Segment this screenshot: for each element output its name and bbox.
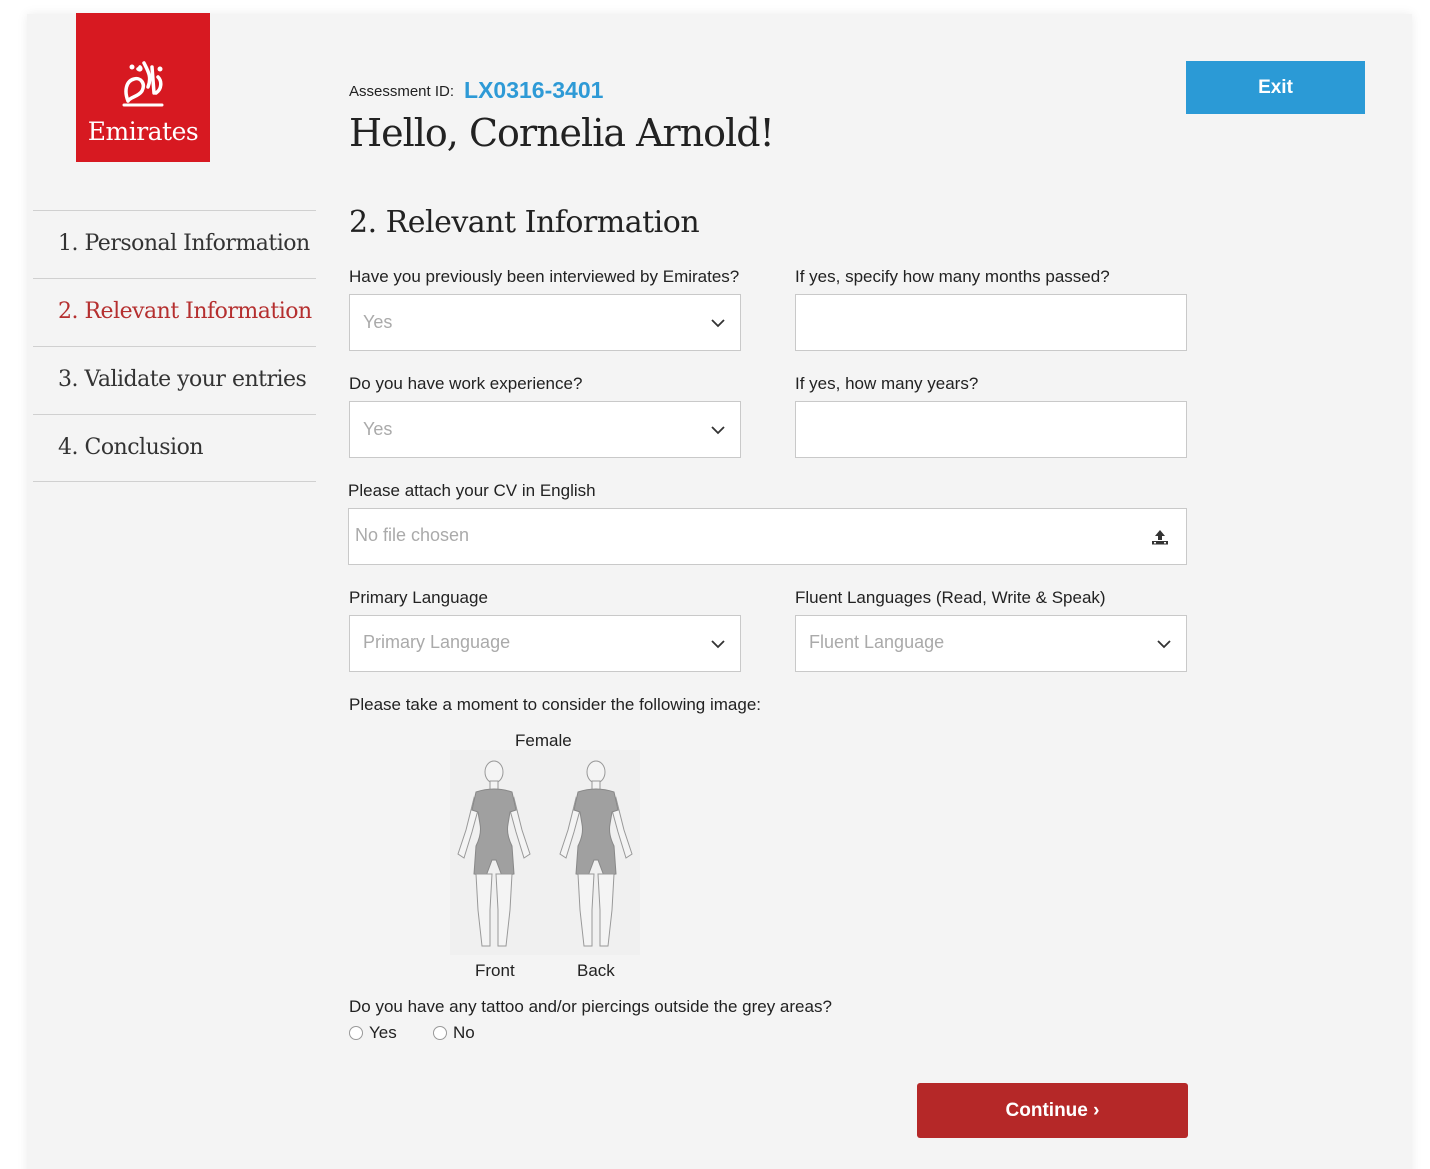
logo-wordmark: Emirates <box>87 117 199 146</box>
figure-title: Female <box>515 731 572 750</box>
step-personal-information[interactable]: 1. Personal Information <box>33 210 316 278</box>
step-conclusion[interactable]: 4. Conclusion <box>33 414 316 482</box>
primary-language-label: Primary Language <box>349 588 488 607</box>
emirates-logo: Emirates <box>76 13 210 162</box>
work-experience-label: Do you have work experience? <box>349 374 583 393</box>
upload-icon[interactable] <box>1151 528 1169 546</box>
body-diagram <box>450 750 640 955</box>
exit-button[interactable]: Exit <box>1186 61 1365 114</box>
interviewed-label: Have you previously been interviewed by … <box>349 267 740 286</box>
work-experience-select[interactable]: Yes <box>349 401 741 458</box>
tattoo-no-radio[interactable] <box>433 1026 447 1040</box>
image-prompt: Please take a moment to consider the fol… <box>349 695 762 714</box>
fluent-languages-label: Fluent Languages (Read, Write & Speak) <box>795 588 1106 607</box>
work-experience-value: Yes <box>363 419 393 439</box>
chevron-down-icon <box>1157 640 1171 649</box>
fluent-languages-select[interactable]: Fluent Language <box>795 615 1187 672</box>
months-passed-label: If yes, specify how many months passed? <box>795 267 1110 286</box>
interviewed-value: Yes <box>363 312 393 332</box>
cv-file-status: No file chosen <box>355 525 470 545</box>
assessment-label: Assessment ID: <box>349 83 455 100</box>
step-navigation: 1. Personal Information 2. Relevant Info… <box>33 210 316 482</box>
assessment-id: LX0316-3401 <box>464 77 604 103</box>
tattoo-question: Do you have any tattoo and/or piercings … <box>349 997 832 1016</box>
months-passed-input[interactable] <box>795 294 1187 351</box>
step-validate-entries[interactable]: 3. Validate your entries <box>33 346 316 414</box>
cv-label: Please attach your CV in English <box>348 481 596 500</box>
continue-button[interactable]: Continue › <box>917 1083 1188 1138</box>
back-label: Back <box>577 961 615 980</box>
section-title: 2. Relevant Information <box>349 205 700 240</box>
chevron-down-icon <box>711 426 725 435</box>
chevron-down-icon <box>711 640 725 649</box>
years-input[interactable] <box>795 401 1187 458</box>
tattoo-no-label[interactable]: No <box>453 1023 475 1043</box>
interviewed-select[interactable]: Yes <box>349 294 741 351</box>
primary-language-placeholder: Primary Language <box>363 632 511 652</box>
page-card <box>27 14 1412 1169</box>
tattoo-yes-label[interactable]: Yes <box>369 1023 397 1043</box>
assessment-id-row: Assessment ID: LX0316-3401 <box>349 77 603 104</box>
front-label: Front <box>475 961 515 980</box>
fluent-languages-placeholder: Fluent Language <box>809 632 945 652</box>
step-relevant-information[interactable]: 2. Relevant Information <box>33 278 316 346</box>
emirates-calligraphy-icon <box>122 61 164 107</box>
primary-language-select[interactable]: Primary Language <box>349 615 741 672</box>
chevron-down-icon <box>711 319 725 328</box>
greeting-heading: Hello, Cornelia Arnold! <box>349 111 775 155</box>
years-label: If yes, how many years? <box>795 374 979 393</box>
cv-file-input[interactable]: No file chosen <box>348 508 1187 565</box>
tattoo-yes-radio[interactable] <box>349 1026 363 1040</box>
